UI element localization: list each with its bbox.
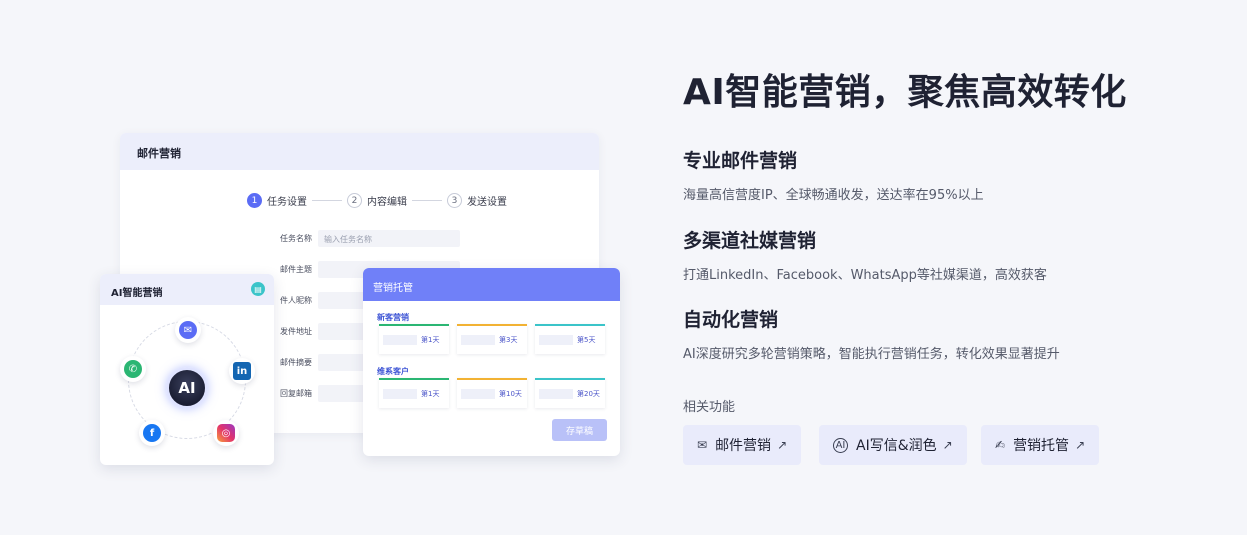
feature-heading: 自动化营销 (683, 309, 779, 331)
day-label: 第5天 (577, 336, 596, 344)
related-features-label: 相关功能 (683, 400, 736, 415)
day-card[interactable]: 第20天 (535, 378, 605, 408)
arrow-up-right-icon: ↗ (942, 438, 953, 452)
document-icon[interactable]: ▤ (251, 282, 265, 296)
arrow-up-right-icon: ↗ (777, 438, 788, 452)
button-label: 营销托管 (1013, 438, 1070, 454)
step-3-label[interactable]: 发送设置 (467, 193, 507, 208)
step-divider (312, 200, 342, 201)
feature-description: 海量高信营度IP、全球畅通收发，送达率在95%以上 (683, 188, 984, 203)
day-card[interactable]: 第1天 (379, 378, 449, 408)
group-title: 新客营销 (377, 313, 409, 322)
hosting-card-title: 营销托管 (363, 268, 620, 301)
ai-logo: AI (166, 367, 208, 409)
linkedin-icon: in (229, 358, 255, 384)
envelope-icon: ✉ (697, 438, 708, 452)
instagram-icon: ◎ (213, 420, 239, 446)
day-label: 第3天 (499, 336, 518, 344)
field-label: 件人昵称 (280, 296, 312, 305)
task-name-input[interactable]: 输入任务名称 (318, 230, 460, 247)
field-label: 回复邮箱 (280, 389, 312, 398)
page-title: AI智能营销，聚焦高效转化 (683, 72, 1127, 113)
feature-heading: 多渠道社媒营销 (683, 230, 817, 252)
facebook-icon: f (139, 420, 165, 446)
email-card-title: 邮件营销 (120, 133, 599, 170)
ai-card-title: AI智能营销 (100, 274, 274, 305)
hand-icon: ✍ (995, 438, 1006, 452)
field-label: 发件地址 (280, 327, 312, 336)
button-label: 邮件营销 (715, 438, 772, 454)
whatsapp-icon: ✆ (120, 356, 146, 382)
field-label: 邮件摘要 (280, 358, 312, 367)
arrow-up-right-icon: ↗ (1075, 438, 1086, 452)
day-label: 第10天 (499, 390, 522, 398)
step-1-label[interactable]: 任务设置 (267, 193, 307, 208)
step-indicator: 1 任务设置 2 内容编辑 3 发送设置 (247, 193, 507, 208)
step-1-number: 1 (247, 193, 262, 208)
marketing-hosting-card: 营销托管 新客营销 第1天 第3天 第5天 维系客户 第1天 第10天 第20天… (363, 268, 620, 456)
group-title: 维系客户 (377, 367, 409, 376)
ai-icon: AI (833, 437, 848, 453)
feature-description: 打通LinkedIn、Facebook、WhatsApp等社媒渠道，高效获客 (683, 268, 1047, 283)
feature-heading: 专业邮件营销 (683, 150, 798, 172)
step-2-number: 2 (347, 193, 362, 208)
day-card[interactable]: 第3天 (457, 324, 527, 354)
day-card[interactable]: 第1天 (379, 324, 449, 354)
day-card[interactable]: 第10天 (457, 378, 527, 408)
mail-icon: ✉ (175, 317, 201, 343)
marketing-hosting-link-button[interactable]: ✍ 营销托管 ↗ (981, 425, 1100, 465)
feature-social: 多渠道社媒营销 打通LinkedIn、Facebook、WhatsApp等社媒渠… (683, 226, 1047, 283)
feature-description: AI深度研究多轮营销策略，智能执行营销任务，转化效果显著提升 (683, 347, 1060, 362)
feature-email: 专业邮件营销 海量高信营度IP、全球畅通收发，送达率在95%以上 (683, 146, 984, 203)
save-draft-button[interactable]: 存草稿 (552, 419, 607, 441)
form-row-task-name: 任务名称 输入任务名称 (268, 230, 460, 247)
field-label: 任务名称 (280, 234, 312, 243)
step-divider (412, 200, 442, 201)
step-3-number: 3 (447, 193, 462, 208)
step-2-label[interactable]: 内容编辑 (367, 193, 407, 208)
feature-automation: 自动化营销 AI深度研究多轮营销策略，智能执行营销任务，转化效果显著提升 (683, 305, 1060, 362)
ai-writing-link-button[interactable]: AI AI写信&润色 ↗ (819, 425, 967, 465)
ai-marketing-card: AI智能营销 ▤ AI ✉ ✆ in f ◎ (100, 274, 274, 465)
field-label: 邮件主题 (280, 265, 312, 274)
day-label: 第1天 (421, 336, 440, 344)
day-label: 第20天 (577, 390, 600, 398)
day-card[interactable]: 第5天 (535, 324, 605, 354)
day-label: 第1天 (421, 390, 440, 398)
email-marketing-link-button[interactable]: ✉ 邮件营销 ↗ (683, 425, 802, 465)
button-label: AI写信&润色 (856, 438, 937, 454)
